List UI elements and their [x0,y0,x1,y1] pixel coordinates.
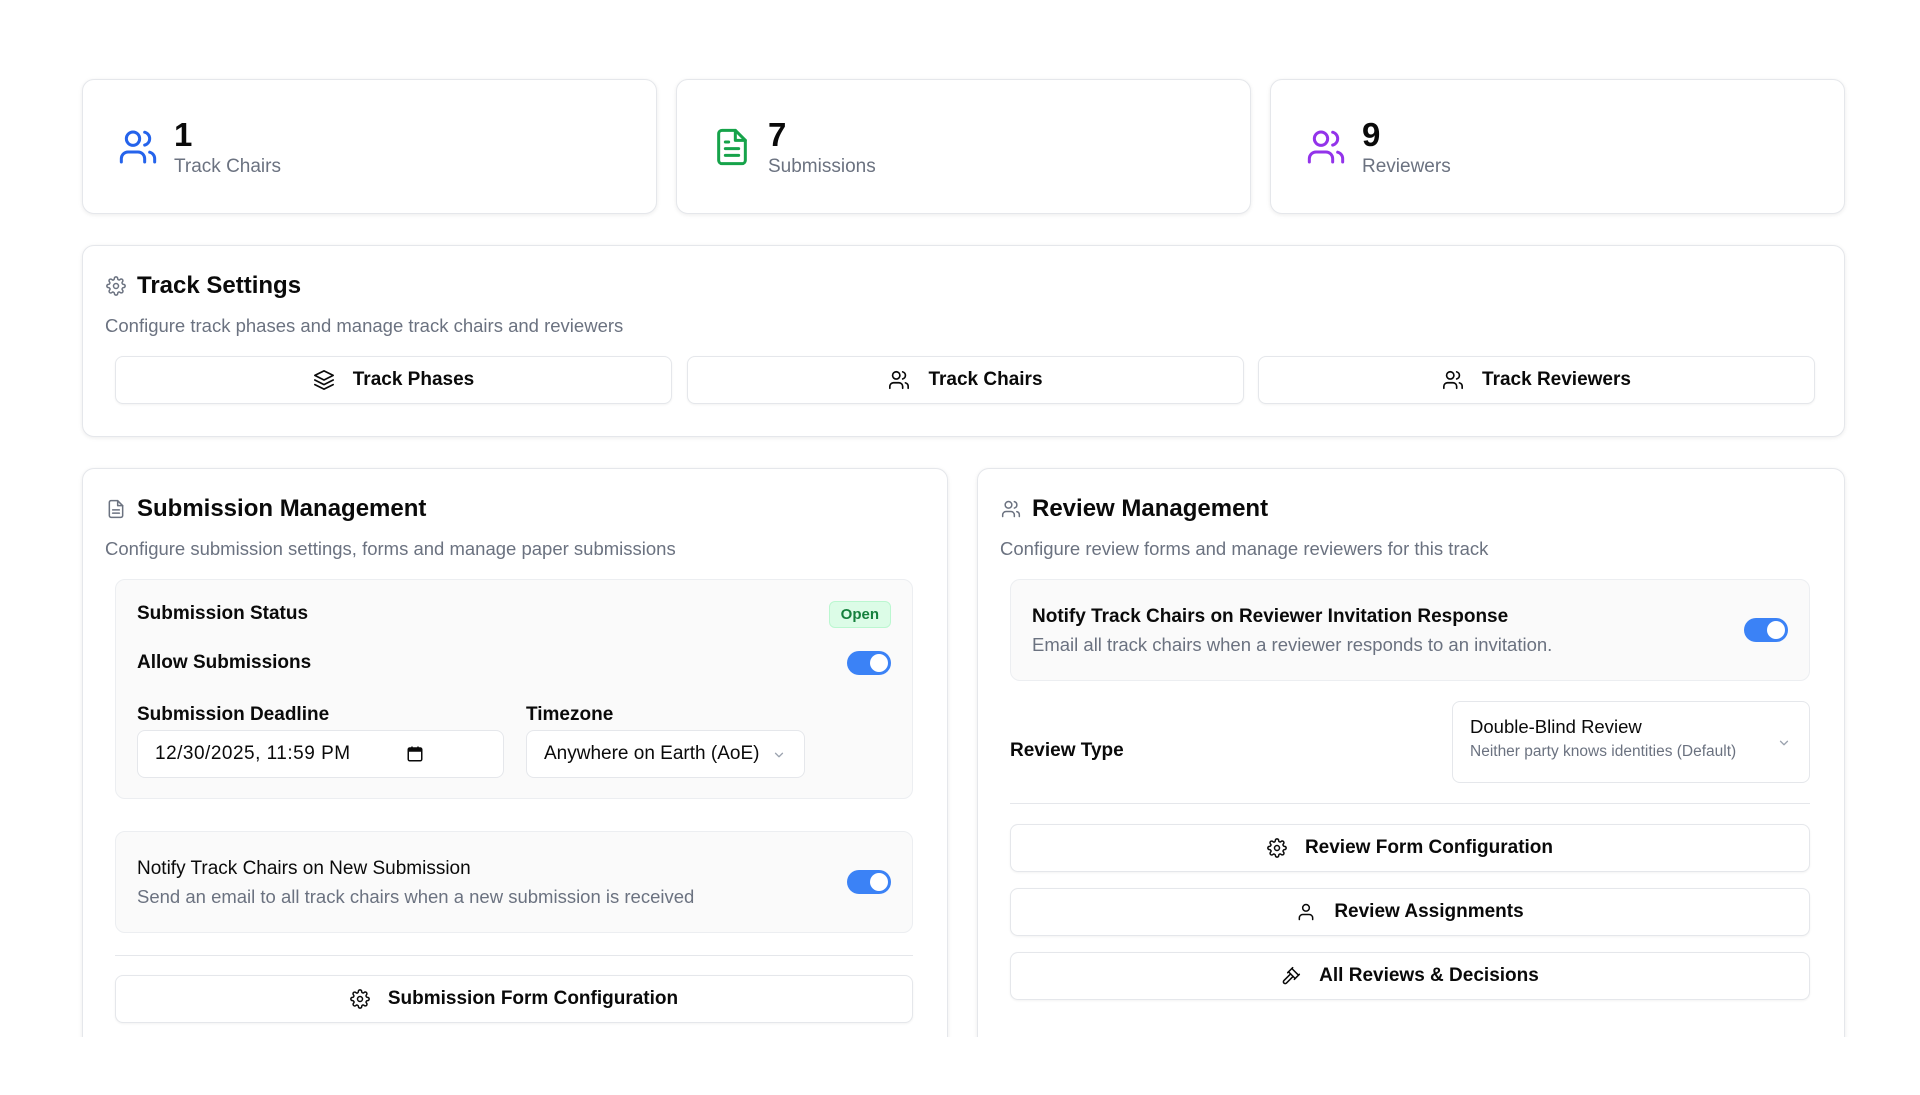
deadline-input[interactable]: 12/30/2025, 11:59 PM [137,730,504,778]
track-settings-card: Track Settings Configure track phases an… [82,245,1845,437]
stat-card-submissions: 7 Submissions [676,79,1251,214]
track-phases-button[interactable]: Track Phases [115,356,672,404]
calendar-icon[interactable] [406,745,424,763]
stat-value: 9 [1362,115,1381,153]
divider [115,955,913,956]
stat-card-reviewers: 9 Reviewers [1270,79,1845,214]
stat-label: Reviewers [1362,155,1451,177]
section-subtitle: Configure submission settings, forms and… [105,538,676,559]
review-type-select[interactable]: Double-Blind Review Neither party knows … [1452,701,1810,783]
timezone-label: Timezone [526,704,614,725]
submission-management-card: Submission Management Configure submissi… [82,468,948,1095]
button-label: Track Reviewers [1482,369,1631,390]
allow-submissions-toggle[interactable] [847,651,891,675]
stat-value: 7 [768,115,787,153]
chevron-down-icon [1779,740,1789,746]
button-label: Track Phases [352,369,475,390]
file-text-icon [710,125,754,169]
section-subtitle: Configure track phases and manage track … [105,315,624,336]
button-label: Review Form Configuration [1304,837,1554,858]
file-text-icon [105,498,127,520]
users-icon [889,370,910,390]
section-title: Track Settings [137,272,302,299]
button-label: Track Chairs [928,369,1043,390]
review-assignments-button[interactable]: Review Assignments [1010,888,1810,936]
all-reviews-decisions-button[interactable]: All Reviews & Decisions [1010,952,1810,1000]
viewport-edge [0,1037,1920,1095]
review-type-value: Double-Blind Review [1470,716,1642,737]
review-type-label: Review Type [1010,740,1124,761]
review-type-description: Neither party knows identities (Default) [1470,743,1737,760]
timezone-value: Anywhere on Earth (AoE) [544,743,760,764]
deadline-value: 12/30/2025, 11:59 PM [155,743,351,764]
notify-reviewer-response-panel: Notify Track Chairs on Reviewer Invitati… [1010,579,1810,681]
allow-submissions-label: Allow Submissions [137,652,312,673]
timezone-select[interactable]: Anywhere on Earth (AoE) [526,730,805,778]
section-title: Submission Management [137,495,427,522]
button-label: Review Assignments [1334,901,1524,922]
user-icon [1298,903,1314,921]
review-management-card: Review Management Configure review forms… [977,468,1845,1095]
stat-label: Track Chairs [174,155,281,177]
notify-new-submission-toggle[interactable] [847,870,891,894]
notify-title: Notify Track Chairs on Reviewer Invitati… [1032,606,1509,627]
stat-card-track-chairs: 1 Track Chairs [82,79,657,214]
section-subtitle: Configure review forms and manage review… [1000,538,1489,559]
stat-label: Submissions [768,155,876,177]
users-icon [1304,125,1348,169]
notify-description: Send an email to all track chairs when a… [137,886,695,907]
layers-icon [313,370,334,390]
button-label: Submission Form Configuration [387,988,679,1009]
section-title: Review Management [1032,495,1269,522]
divider [1010,803,1810,804]
notify-title: Notify Track Chairs on New Submission [137,858,471,879]
gear-icon [105,275,127,297]
track-reviewers-button[interactable]: Track Reviewers [1258,356,1815,404]
status-badge: Open [828,601,891,628]
track-chairs-button[interactable]: Track Chairs [687,356,1244,404]
notify-description: Email all track chairs when a reviewer r… [1032,634,1553,655]
submission-form-config-button[interactable]: Submission Form Configuration [115,975,913,1023]
review-form-config-button[interactable]: Review Form Configuration [1010,824,1810,872]
submission-settings-panel: Submission Status Open Allow Submissions… [115,579,913,799]
notify-new-submission-panel: Notify Track Chairs on New Submission Se… [115,831,913,933]
gavel-icon [1282,966,1301,985]
users-icon [1443,370,1464,390]
deadline-label: Submission Deadline [137,704,330,725]
button-label: All Reviews & Decisions [1319,965,1539,986]
submission-status-label: Submission Status [137,603,309,624]
chevron-down-icon [774,752,784,758]
gear-icon [1267,838,1287,858]
users-icon [1000,498,1022,520]
gear-icon [350,989,370,1009]
stat-value: 1 [174,115,193,153]
notify-reviewer-response-toggle[interactable] [1744,618,1788,642]
users-icon [116,125,160,169]
